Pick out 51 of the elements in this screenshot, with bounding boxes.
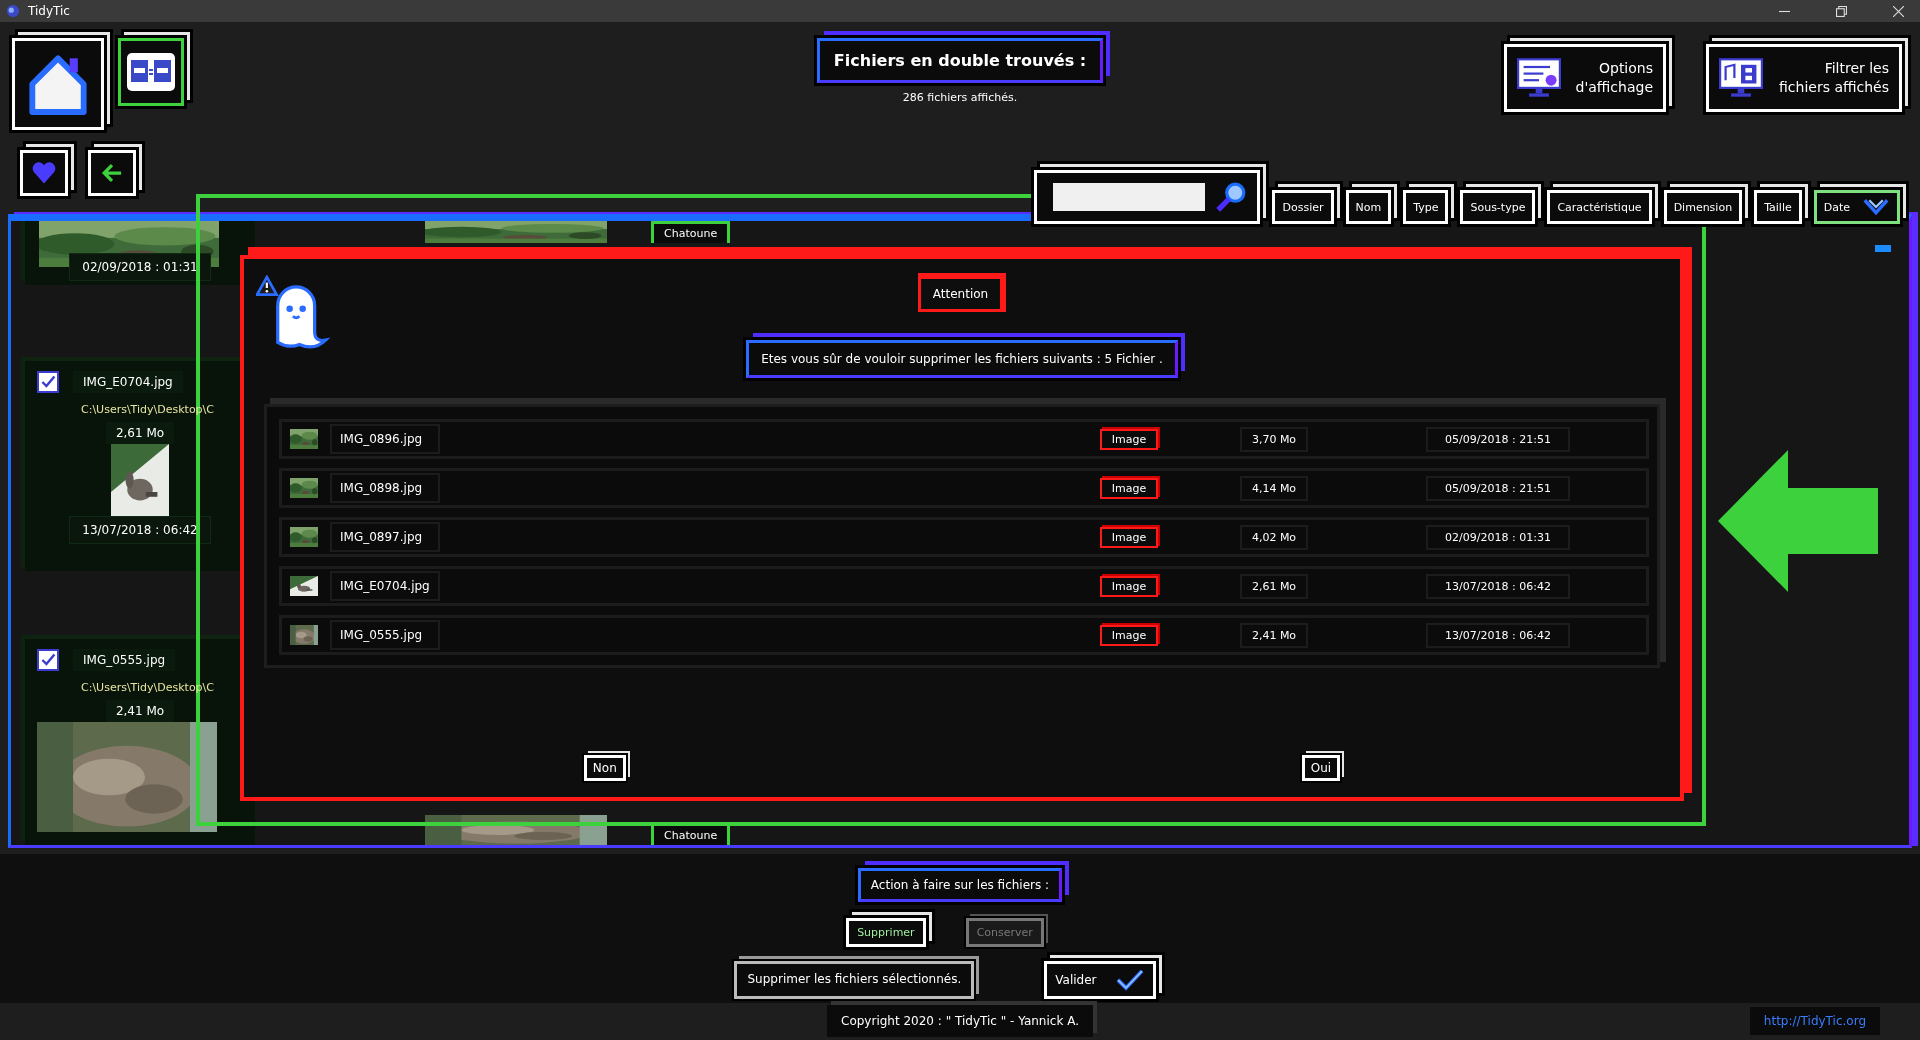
- monitor-settings-icon: [1517, 58, 1561, 98]
- tag-label: Chatoune: [651, 221, 731, 243]
- file-name: IMG_0897.jpg: [330, 522, 440, 552]
- file-date: 13/07/2018 : 06:42: [1426, 622, 1570, 648]
- ghost-warning-icon: [256, 275, 332, 351]
- file-name: IMG_0898.jpg: [330, 473, 440, 503]
- website-link[interactable]: http://TidyTic.org: [1749, 1006, 1880, 1035]
- file-name: IMG_0896.jpg: [330, 424, 440, 454]
- file-row[interactable]: IMG_0555.jpg Image 2,41 Mo 13/07/2018 : 06:42: [279, 615, 1649, 655]
- file-type-tag: Image: [1100, 428, 1158, 450]
- file-row[interactable]: IMG_E0704.jpg Image 2,61 Mo 13/07/2018 : 06:42: [279, 566, 1649, 606]
- file-type-tag: Image: [1100, 526, 1158, 548]
- file-name: IMG_0555.jpg: [73, 649, 176, 671]
- file-row[interactable]: IMG_0897.jpg Image 4,02 Mo 02/09/2018 : 01:31: [279, 517, 1649, 557]
- heart-icon: [31, 160, 57, 186]
- file-name: IMG_E0704.jpg: [73, 371, 183, 393]
- file-size: 3,70 Mo: [1240, 426, 1308, 452]
- file-date: 05/09/2018 : 21:51: [1426, 475, 1570, 501]
- file-size: 2,41 Mo: [1240, 622, 1308, 648]
- scrollbar-thumb[interactable]: [1875, 245, 1891, 252]
- search-icon[interactable]: [1215, 181, 1248, 213]
- file-size: 2,61 Mo: [1240, 573, 1308, 599]
- dialog-title: Attention: [917, 273, 1007, 312]
- file-date: 13/07/2018 : 06:42: [1426, 573, 1570, 599]
- chevron-down-icon: [1862, 198, 1890, 216]
- file-type-tag: Image: [1100, 624, 1158, 646]
- close-icon[interactable]: [1893, 5, 1904, 17]
- file-date: 13/07/2018 : 06:42: [69, 516, 211, 544]
- file-name: IMG_0555.jpg: [330, 620, 440, 650]
- app-logo-icon: [6, 4, 20, 18]
- compare-documents-icon: [126, 52, 176, 92]
- file-row[interactable]: IMG_0896.jpg Image 3,70 Mo 05/09/2018 : 21:51: [279, 419, 1649, 459]
- file-size: 2,61 Mo: [105, 422, 175, 444]
- checkbox[interactable]: [37, 371, 59, 393]
- restore-icon[interactable]: [1836, 5, 1847, 17]
- file-type-tag: Image: [1100, 575, 1158, 597]
- file-size: 4,14 Mo: [1240, 475, 1308, 501]
- file-date: 05/09/2018 : 21:51: [1426, 426, 1570, 452]
- monitor-media-icon: [1719, 58, 1763, 98]
- file-date: 02/09/2018 : 01:31: [1426, 524, 1570, 550]
- left-arrow-icon: [1718, 450, 1878, 592]
- file-size: 2,41 Mo: [105, 700, 175, 722]
- window-title: TidyTic: [28, 4, 70, 18]
- results-count: 286 fichiers affichés.: [902, 91, 1018, 104]
- file-type-tag: Image: [1100, 477, 1158, 499]
- checkmark-icon: [1114, 968, 1145, 992]
- checkbox[interactable]: [37, 649, 59, 671]
- file-row[interactable]: IMG_0898.jpg Image 4,14 Mo 05/09/2018 : 21:51: [279, 468, 1649, 508]
- file-size: 4,02 Mo: [1240, 524, 1308, 550]
- file-name: IMG_E0704.jpg: [330, 571, 440, 601]
- file-date: 02/09/2018 : 01:31: [69, 253, 211, 281]
